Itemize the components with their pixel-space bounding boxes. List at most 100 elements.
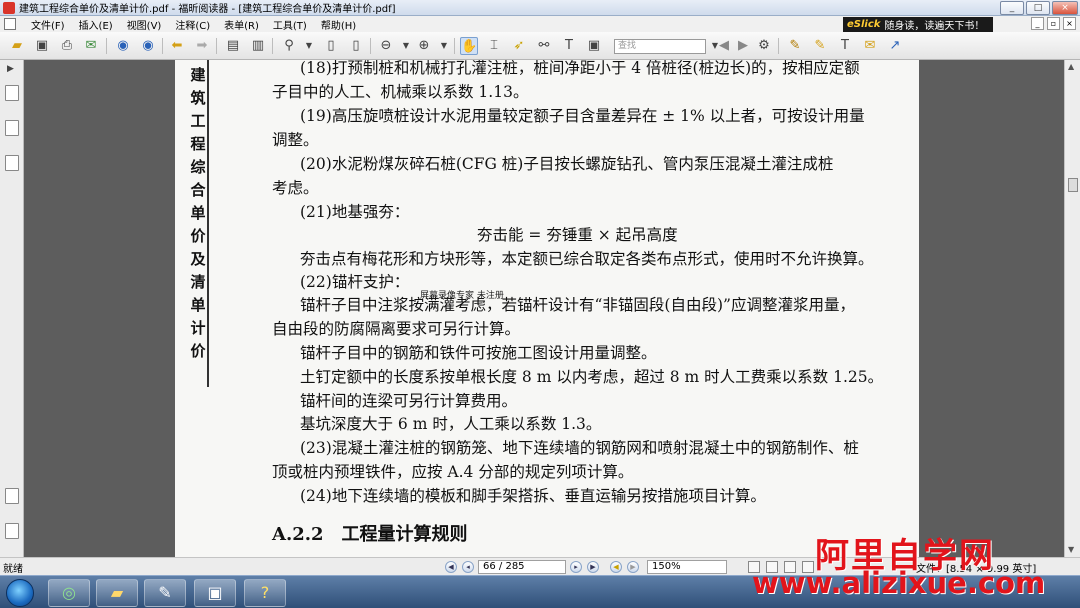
text-line: 自由段的防腐隔离要求可另行计算。 xyxy=(272,320,521,338)
annotation-select-icon[interactable]: ➶ xyxy=(510,37,528,55)
print-icon[interactable]: ⎙ xyxy=(58,37,76,55)
clip-panel-icon[interactable] xyxy=(5,523,19,539)
comment-icon[interactable]: ✉ xyxy=(861,37,879,55)
vertical-chapter-title: 建筑工程综合单价及清单计价 xyxy=(187,60,209,387)
menu-file[interactable]: 文件(F) xyxy=(24,17,72,32)
email-icon[interactable]: ✉ xyxy=(82,37,100,55)
foxit-app-icon xyxy=(3,1,15,14)
save-icon[interactable]: ▣ xyxy=(33,37,51,55)
section-heading: A.2.2 工程量计算规则 xyxy=(272,524,468,545)
find-binoculars-icon[interactable]: ⚯ xyxy=(535,37,553,55)
zoom-out-icon[interactable]: ⊖ xyxy=(377,37,395,55)
next-view-icon[interactable]: ◉ xyxy=(139,37,157,55)
text-line: 考虑。 xyxy=(272,179,319,197)
navigation-panel: ▶ xyxy=(0,60,24,557)
menu-form[interactable]: 表单(R) xyxy=(217,17,266,32)
scrollbar-thumb[interactable] xyxy=(1068,178,1078,192)
toolbar-separator xyxy=(216,38,217,54)
toolbar-separator xyxy=(106,38,107,54)
hand-tool-icon[interactable]: ✋ xyxy=(460,37,478,55)
text-line: (21)地基强夯： xyxy=(300,203,410,221)
eslick-slogan: 随身读，读遍天下书！ xyxy=(884,21,985,32)
text-box-icon[interactable]: T xyxy=(836,37,854,55)
text-line: 土钉定额中的长度系按单根长度 8 m 以内考虑，超过 8 m 时人工费乘以系数 … xyxy=(300,368,884,386)
toolbar-separator xyxy=(272,38,273,54)
zoom-in-icon[interactable]: ⊕ xyxy=(415,37,433,55)
page-layout-icon[interactable]: ▤ xyxy=(224,37,242,55)
text-line: 夯击点有梅花形和方块形等，本定额已综合取定各类布点形式，使用时不允许换算。 xyxy=(300,250,874,268)
attachments-panel-icon[interactable] xyxy=(5,488,19,504)
arrow-tool-icon[interactable]: ↗ xyxy=(886,37,904,55)
text-line: (20)水泥粉煤灰碎石桩(CFG 桩)子目按长螺旋钻孔、管内泵压混凝土灌注成桩 xyxy=(300,155,834,173)
previous-page-icon[interactable]: ◂ xyxy=(462,561,474,573)
snapshot-icon[interactable]: ▣ xyxy=(585,37,603,55)
document-icon xyxy=(4,18,16,30)
bookmarks-panel-icon[interactable] xyxy=(5,85,19,101)
forward-arrow-icon[interactable]: ➡ xyxy=(193,37,211,55)
zoom-out-dropdown-icon[interactable]: ▼ xyxy=(397,37,415,55)
last-page-icon[interactable]: ▶ xyxy=(587,561,599,573)
window-title: 建筑工程综合单价及清单计价.pdf - 福昕阅读器 - [建筑工程综合单价及清单… xyxy=(19,4,396,15)
menu-help[interactable]: 帮助(H) xyxy=(314,17,363,32)
text-line: 锚杆间的连梁可另行计算费用。 xyxy=(300,392,518,410)
menu-comment[interactable]: 注释(C) xyxy=(168,17,217,32)
search-input[interactable]: 查找 xyxy=(614,39,706,54)
continuous-page-icon[interactable]: ▯ xyxy=(347,37,365,55)
zoom-magnifier-icon[interactable]: ⚲ xyxy=(280,37,298,55)
text-line: (18)打预制桩和机械打孔灌注桩，桩间净距小于 4 倍桩径(桩边长)的，按相应定… xyxy=(300,60,860,77)
typewriter-icon[interactable]: T xyxy=(560,37,578,55)
previous-view-icon[interactable]: ◉ xyxy=(114,37,132,55)
recorder-watermark: 屏幕录像专家 未注册 xyxy=(420,291,504,301)
back-arrow-icon[interactable]: ⬅ xyxy=(168,37,186,55)
first-page-icon[interactable]: ◀ xyxy=(445,561,457,573)
help-taskbar-icon[interactable]: ? xyxy=(244,579,286,607)
toolbar-separator xyxy=(778,38,779,54)
status-ready: 就绪 xyxy=(3,564,23,575)
chapter-title-text: 建筑工程综合单价及清单计价 xyxy=(190,66,206,360)
window-controls: _ □ × xyxy=(1000,1,1078,15)
start-button[interactable] xyxy=(6,579,34,607)
menu-insert[interactable]: 插入(E) xyxy=(72,17,120,32)
browser-taskbar-icon[interactable]: ◎ xyxy=(48,579,90,607)
search-options-icon[interactable]: ⚙ xyxy=(755,37,773,55)
next-view-status-icon[interactable]: ▶ xyxy=(627,561,639,573)
text-line: 顶或桩内预埋铁件，应按 A.4 分部的规定列项计算。 xyxy=(272,463,634,481)
toolbar-separator xyxy=(370,38,371,54)
expand-panel-icon[interactable]: ▶ xyxy=(7,64,14,74)
media-taskbar-icon[interactable]: ▣ xyxy=(194,579,236,607)
text-line: 锚杆子目中的钢筋和铁件可按施工图设计用量调整。 xyxy=(300,344,657,362)
minimize-button[interactable]: _ xyxy=(1000,1,1024,15)
find-next-icon[interactable]: ▶ xyxy=(734,37,752,55)
doc-minimize-button[interactable]: _ xyxy=(1031,17,1044,30)
single-page-icon[interactable]: ▯ xyxy=(322,37,340,55)
previous-view-status-icon[interactable]: ◀ xyxy=(610,561,622,573)
fit-page-icon[interactable]: ▥ xyxy=(249,37,267,55)
pages-panel-icon[interactable] xyxy=(5,120,19,136)
menu-tools[interactable]: 工具(T) xyxy=(266,17,314,32)
find-previous-icon[interactable]: ◀ xyxy=(715,37,733,55)
page-number-field[interactable]: 66 / 285 xyxy=(478,560,566,574)
doc-restore-button[interactable]: ▫ xyxy=(1047,17,1060,30)
scroll-up-icon[interactable]: ▲ xyxy=(1068,62,1074,71)
toolbar: ▰ ▣ ⎙ ✉ ◉ ◉ ⬅ ➡ ▤ ▥ ⚲ ▼ ▯ ▯ ⊖ ▼ ⊕ ▼ ✋ ⌶ … xyxy=(0,32,1080,60)
note-icon[interactable]: ✎ xyxy=(811,37,829,55)
bookmark-icon[interactable]: ✎ xyxy=(786,37,804,55)
explorer-taskbar-icon[interactable]: ▰ xyxy=(96,579,138,607)
close-button[interactable]: × xyxy=(1052,1,1078,15)
maximize-button[interactable]: □ xyxy=(1026,1,1050,15)
open-folder-icon[interactable]: ▰ xyxy=(8,37,26,55)
eslick-ad-banner[interactable]: eSlick 随身读，读遍天下书！ xyxy=(843,17,993,32)
document-window-controls: _ ▫ × xyxy=(1031,17,1076,30)
scroll-down-icon[interactable]: ▼ xyxy=(1068,545,1074,554)
layers-panel-icon[interactable] xyxy=(5,155,19,171)
next-page-icon[interactable]: ▸ xyxy=(570,561,582,573)
menu-view[interactable]: 视图(V) xyxy=(120,17,169,32)
editor-taskbar-icon[interactable]: ✎ xyxy=(144,579,186,607)
zoom-level-field[interactable]: 150% xyxy=(647,560,727,574)
document-viewer[interactable]: 建筑工程综合单价及清单计价 (18)打预制桩和机械打孔灌注桩，桩间净距小于 4 … xyxy=(24,60,1064,557)
vertical-scrollbar[interactable]: ▲ ▼ xyxy=(1064,60,1080,557)
zoom-dropdown-icon[interactable]: ▼ xyxy=(300,37,318,55)
select-text-icon[interactable]: ⌶ xyxy=(485,37,503,55)
zoom-in-dropdown-icon[interactable]: ▼ xyxy=(435,37,453,55)
doc-close-button[interactable]: × xyxy=(1063,17,1076,30)
